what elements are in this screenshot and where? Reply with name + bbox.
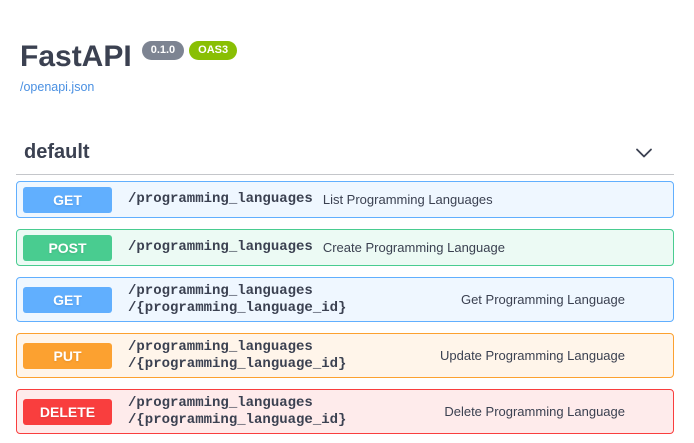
endpoint-row-post-create[interactable]: POST /programming_languages Create Progr… <box>16 229 674 266</box>
endpoint-row-put-update[interactable]: PUT /programming_languages /{programming… <box>16 333 674 378</box>
method-badge: DELETE <box>23 399 112 425</box>
api-info-section: FastAPI 0.1.0 OAS3 /openapi.json <box>16 0 674 96</box>
oas3-badge: OAS3 <box>189 41 237 60</box>
endpoint-description: Create Programming Language <box>323 240 505 255</box>
section-default-header[interactable]: default <box>16 141 674 175</box>
method-badge: PUT <box>23 343 112 369</box>
method-badge: GET <box>23 287 112 313</box>
collapse-section-button[interactable] <box>634 143 654 163</box>
swagger-ui-page: FastAPI 0.1.0 OAS3 /openapi.json default… <box>0 0 694 434</box>
endpoint-path: /programming_languages /{programming_lan… <box>128 283 346 317</box>
endpoint-row-get-list[interactable]: GET /programming_languages List Programm… <box>16 181 674 218</box>
endpoint-path: /programming_languages <box>128 191 313 208</box>
page-title: FastAPI <box>20 41 132 73</box>
method-badge: POST <box>23 235 112 261</box>
endpoint-path: /programming_languages /{programming_lan… <box>128 395 346 429</box>
endpoint-description: Delete Programming Language <box>444 404 625 419</box>
endpoint-row-delete[interactable]: DELETE /programming_languages /{programm… <box>16 389 674 434</box>
endpoint-row-get-one[interactable]: GET /programming_languages /{programming… <box>16 277 674 322</box>
endpoint-list: GET /programming_languages List Programm… <box>16 181 674 434</box>
version-badge: 0.1.0 <box>142 41 184 60</box>
title-badges: 0.1.0 OAS3 <box>142 41 237 60</box>
endpoint-path: /programming_languages <box>128 239 313 256</box>
endpoint-description: Get Programming Language <box>461 292 625 307</box>
endpoint-path: /programming_languages /{programming_lan… <box>128 339 346 373</box>
chevron-down-icon <box>634 143 654 163</box>
title-row: FastAPI 0.1.0 OAS3 <box>20 41 670 73</box>
method-badge: GET <box>23 187 112 213</box>
endpoint-description: List Programming Languages <box>323 192 493 207</box>
openapi-spec-link[interactable]: /openapi.json <box>20 80 94 94</box>
section-title: default <box>24 141 90 164</box>
endpoint-description: Update Programming Language <box>440 348 625 363</box>
